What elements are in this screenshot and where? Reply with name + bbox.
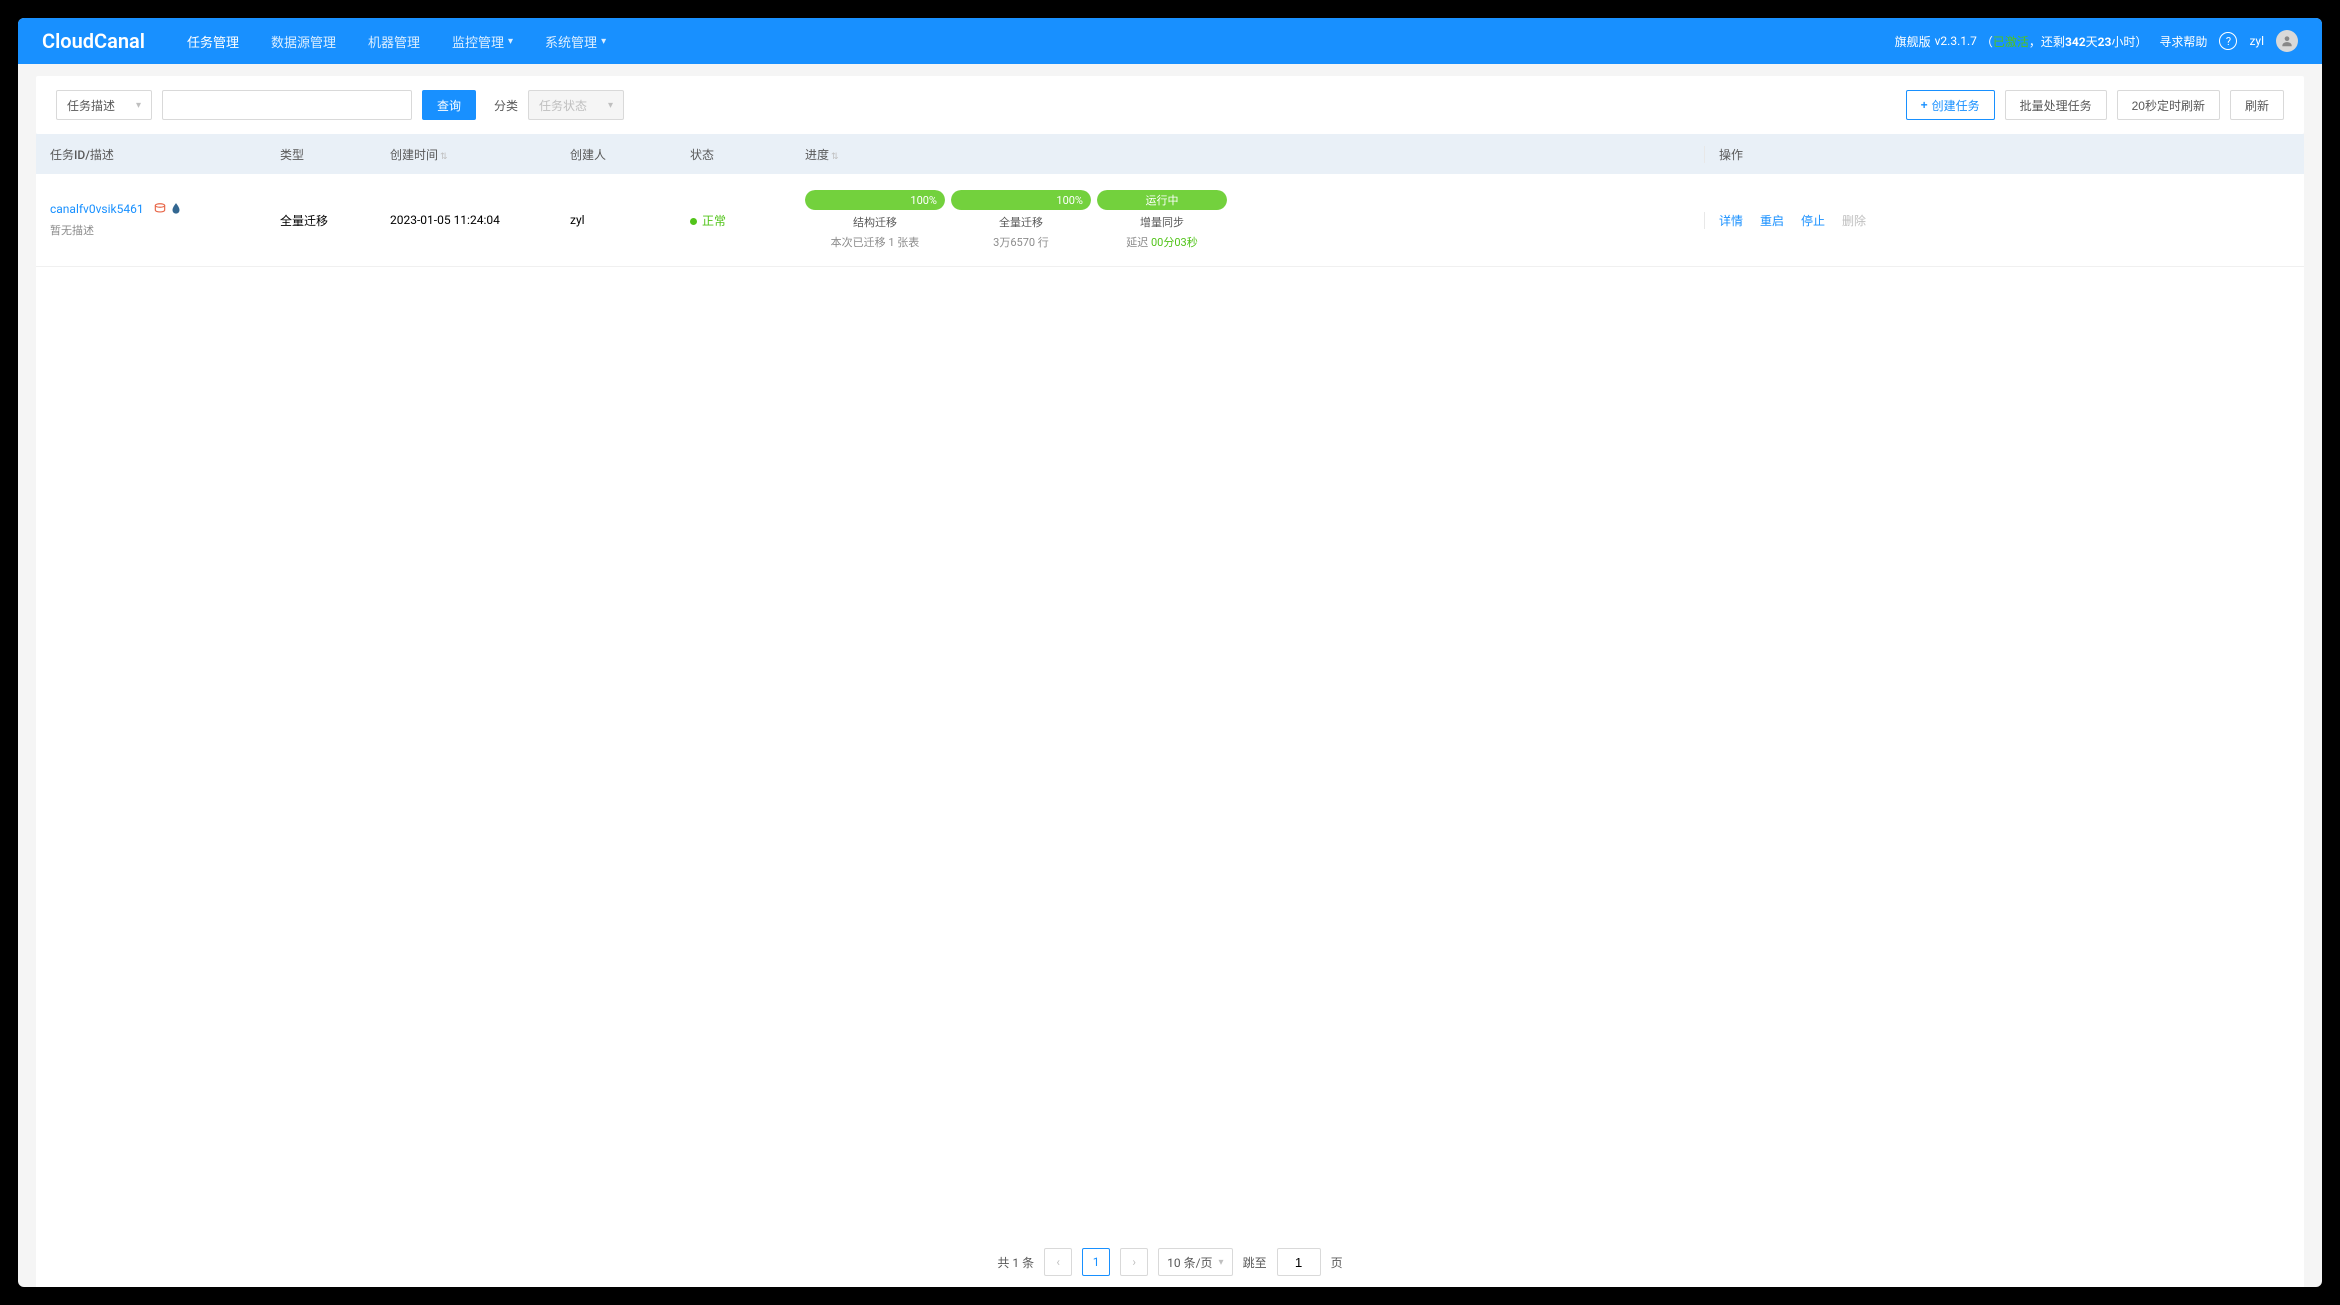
- top-header: CloudCanal 任务管理 数据源管理 机器管理 监控管理▾ 系统管理▾ 旗…: [18, 18, 2322, 64]
- action-detail[interactable]: 详情: [1719, 214, 1743, 228]
- chevron-down-icon: ▾: [136, 100, 141, 111]
- task-desc: 暂无描述: [50, 222, 252, 238]
- page-size-select[interactable]: 10 条/页▾: [1158, 1248, 1232, 1276]
- th-actions: 操作: [1704, 146, 2304, 163]
- cell-time: 2023-01-05 11:24:04: [376, 213, 556, 227]
- nav-task-mgmt[interactable]: 任务管理: [171, 18, 255, 64]
- th-time[interactable]: 创建时间⇅: [376, 146, 556, 163]
- cell-progress: 100% 结构迁移 本次已迁移 1 张表 100% 全量迁移 3万6570 行 …: [791, 190, 1704, 250]
- total-count: 共 1 条: [997, 1254, 1034, 1271]
- th-id: 任务ID/描述: [36, 146, 266, 163]
- main-nav: 任务管理 数据源管理 机器管理 监控管理▾ 系统管理▾: [171, 18, 622, 64]
- next-page-button[interactable]: ›: [1120, 1248, 1148, 1276]
- sort-icon: ⇅: [440, 152, 448, 162]
- th-progress[interactable]: 进度⇅: [791, 146, 1704, 163]
- cell-status: 正常: [676, 212, 791, 229]
- prev-page-button[interactable]: ‹: [1044, 1248, 1072, 1276]
- sort-icon: ⇅: [831, 152, 839, 162]
- avatar[interactable]: [2276, 30, 2298, 52]
- help-icon[interactable]: ?: [2219, 32, 2237, 50]
- source-db-icon: [153, 202, 167, 216]
- cell-creator: zyl: [556, 213, 676, 227]
- create-task-button[interactable]: +创建任务: [1906, 90, 1995, 120]
- nav-system-mgmt[interactable]: 系统管理▾: [529, 18, 622, 64]
- action-restart[interactable]: 重启: [1760, 214, 1784, 228]
- chevron-down-icon: ▾: [1219, 1257, 1224, 1268]
- jump-suffix: 页: [1331, 1254, 1343, 1271]
- th-type: 类型: [266, 146, 376, 163]
- task-table: 任务ID/描述 类型 创建时间⇅ 创建人 状态 进度⇅ 操作 canalfv0v…: [36, 134, 2304, 1237]
- action-stop[interactable]: 停止: [1801, 214, 1825, 228]
- chevron-down-icon: ▾: [601, 36, 606, 47]
- table-header: 任务ID/描述 类型 创建时间⇅ 创建人 状态 进度⇅ 操作: [36, 134, 2304, 174]
- batch-process-button[interactable]: 批量处理任务: [2005, 90, 2107, 120]
- jump-page-input[interactable]: [1277, 1248, 1321, 1276]
- category-select[interactable]: 任务状态 ▾: [528, 90, 624, 120]
- status-dot-icon: [690, 218, 697, 225]
- nav-datasource-mgmt[interactable]: 数据源管理: [255, 18, 352, 64]
- chevron-down-icon: ▾: [608, 100, 613, 111]
- action-delete: 删除: [1842, 214, 1866, 228]
- version-info: 旗舰版 v2.3.1.7 （已激活，还剩342天23小时）: [1895, 33, 2148, 50]
- page-number-button[interactable]: 1: [1082, 1248, 1110, 1276]
- search-input[interactable]: [162, 90, 412, 120]
- cell-type: 全量迁移: [266, 212, 376, 229]
- th-status: 状态: [676, 146, 791, 163]
- search-button[interactable]: 查询: [422, 90, 476, 120]
- target-db-icon: [169, 202, 183, 216]
- nav-machine-mgmt[interactable]: 机器管理: [352, 18, 436, 64]
- cell-actions: 详情 重启 停止 删除: [1704, 212, 2304, 229]
- th-creator: 创建人: [556, 146, 676, 163]
- user-name[interactable]: zyl: [2249, 34, 2264, 48]
- jump-label: 跳至: [1243, 1254, 1267, 1271]
- table-row: canalfv0vsik5461 暂无描述 全量迁移 2023-01-05 11…: [36, 174, 2304, 267]
- plus-icon: +: [1921, 98, 1928, 112]
- auto-refresh-button[interactable]: 20秒定时刷新: [2117, 90, 2220, 120]
- category-label: 分类: [494, 97, 518, 114]
- task-id-link[interactable]: canalfv0vsik5461: [50, 202, 144, 216]
- logo: CloudCanal: [42, 29, 145, 53]
- nav-monitor-mgmt[interactable]: 监控管理▾: [436, 18, 529, 64]
- pagination: 共 1 条 ‹ 1 › 10 条/页▾ 跳至 页: [36, 1237, 2304, 1287]
- toolbar: 任务描述 ▾ 查询 分类 任务状态 ▾ +创建任务 批量处理任务 20秒定时刷新…: [36, 76, 2304, 134]
- filter-type-select[interactable]: 任务描述 ▾: [56, 90, 152, 120]
- refresh-button[interactable]: 刷新: [2230, 90, 2284, 120]
- help-link[interactable]: 寻求帮助: [2159, 33, 2207, 50]
- chevron-down-icon: ▾: [508, 36, 513, 47]
